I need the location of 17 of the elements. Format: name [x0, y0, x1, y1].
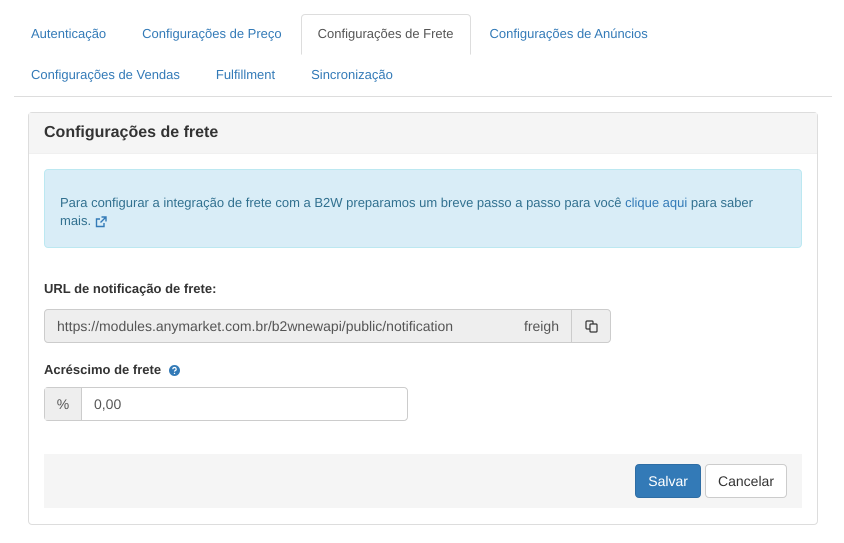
tab[interactable]: Autenticação	[14, 14, 124, 55]
external-link-icon[interactable]	[94, 216, 107, 228]
panel-title: Configurações de frete	[29, 113, 817, 154]
help-icon[interactable]	[169, 364, 180, 376]
tab[interactable]: Configurações de Frete	[300, 14, 471, 55]
cancel-button[interactable]: Cancelar	[704, 464, 787, 498]
help-link[interactable]: clique aqui	[625, 195, 688, 210]
field-label: URL de notificação de frete:	[44, 280, 218, 298]
save-button[interactable]: Salvar	[635, 464, 701, 498]
surcharge-field[interactable]: % 0,00	[44, 387, 408, 421]
field-label: Acréscimo de frete	[44, 361, 162, 379]
info-alert: Para configurar a integração de frete com a B2W preparamos um breve passo a passo para você clique aqui para saber mais.	[44, 169, 802, 248]
tab[interactable]: Configurações de Preço	[125, 14, 299, 55]
tab[interactable]: Sincronização	[294, 55, 410, 96]
tab[interactable]: Fulfillment	[198, 55, 292, 96]
tab[interactable]: Configurações de Vendas	[14, 55, 197, 96]
tab[interactable]: Configurações de Anúncios	[472, 14, 665, 55]
